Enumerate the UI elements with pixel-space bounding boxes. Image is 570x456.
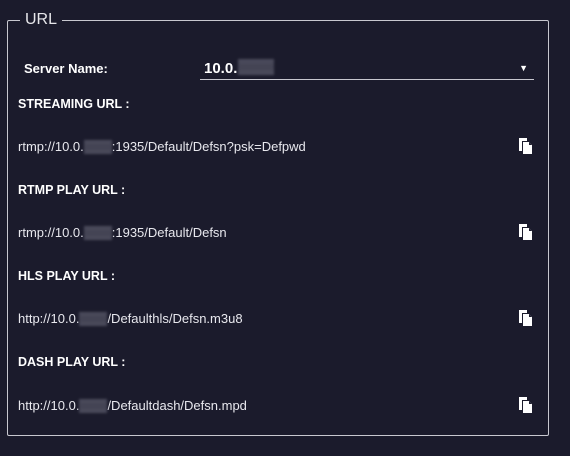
rtmp-play-url-label: RTMP PLAY URL : — [18, 183, 126, 197]
copy-icon[interactable] — [516, 223, 534, 241]
hls-play-url-suffix: /Defaulthls/Defsn.m3u8 — [107, 311, 243, 326]
hls-play-url-value: http://10.0. /Defaulthls/Defsn.m3u8 — [18, 311, 243, 327]
copy-icon[interactable] — [516, 137, 534, 155]
streaming-url-suffix: :1935/Default/Defsn?psk=Defpwd — [111, 139, 306, 154]
redacted-ip-segment — [79, 311, 108, 326]
server-name-row: Server Name: 10.0. ▼ — [24, 57, 534, 83]
server-name-select[interactable]: 10.0. ▼ — [200, 57, 534, 80]
dash-play-url-row: http://10.0. /Defaultdash/Defsn.mpd — [18, 396, 538, 418]
dash-play-url-value: http://10.0. /Defaultdash/Defsn.mpd — [18, 398, 247, 414]
streaming-url-row: rtmp://10.0. :1935/Default/Defsn?psk=Defp… — [18, 137, 538, 159]
copy-icon[interactable] — [516, 309, 534, 327]
redacted-ip-segment — [238, 59, 275, 76]
dash-play-url-suffix: /Defaultdash/Defsn.mpd — [107, 398, 247, 413]
redacted-ip-segment — [83, 225, 112, 240]
copy-icon[interactable] — [516, 396, 534, 414]
streaming-url-prefix: rtmp://10.0. — [18, 139, 84, 154]
caret-down-icon[interactable]: ▼ — [519, 63, 528, 73]
fieldset-legend: URL — [20, 9, 63, 31]
hls-play-url-label: HLS PLAY URL : — [18, 269, 116, 283]
streaming-url-value: rtmp://10.0. :1935/Default/Defsn?psk=Defp… — [18, 139, 306, 155]
hls-play-url-prefix: http://10.0. — [18, 311, 80, 326]
dash-play-url-label: DASH PLAY URL : — [18, 355, 126, 369]
dash-play-url-prefix: http://10.0. — [18, 398, 80, 413]
streaming-url-label: STREAMING URL : — [18, 97, 130, 111]
server-name-value: 10.0. — [204, 59, 275, 77]
rtmp-play-url-prefix: rtmp://10.0. — [18, 225, 84, 240]
server-name-label: Server Name: — [24, 61, 108, 76]
redacted-ip-segment — [83, 139, 112, 154]
url-fieldset: URL Server Name: 10.0. ▼ STREAMING URL :… — [7, 9, 549, 436]
rtmp-play-url-suffix: :1935/Default/Defsn — [111, 225, 227, 240]
rtmp-play-url-value: rtmp://10.0. :1935/Default/Defsn — [18, 225, 227, 241]
redacted-ip-segment — [79, 398, 108, 413]
server-value-prefix: 10.0. — [204, 60, 238, 77]
hls-play-url-row: http://10.0. /Defaulthls/Defsn.m3u8 — [18, 309, 538, 331]
rtmp-play-url-row: rtmp://10.0. :1935/Default/Defsn — [18, 223, 538, 245]
